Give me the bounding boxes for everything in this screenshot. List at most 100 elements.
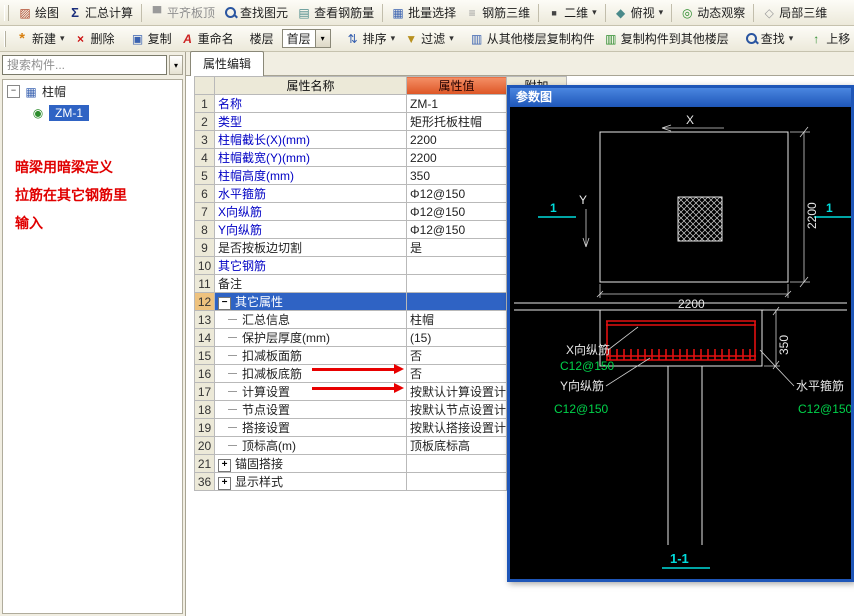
property-value-cell[interactable]: 按默认计算设置计算: [406, 382, 507, 401]
property-value-cell[interactable]: 2200: [406, 130, 507, 149]
summary-calc-button[interactable]: Σ 汇总计算: [64, 2, 137, 23]
axis-x-label: X: [686, 113, 694, 127]
toolbar-grip: [4, 4, 9, 21]
chevron-down-icon: ▾: [788, 33, 794, 43]
property-value-cell[interactable]: 按默认搭接设置计算: [406, 418, 507, 437]
rebar-3d-button[interactable]: ≡ 钢筋三维: [461, 2, 534, 23]
tree-expander-icon[interactable]: −: [7, 85, 20, 98]
view-rebar-quantity-button[interactable]: ▤ 查看钢筋量: [293, 2, 378, 23]
collapse-icon[interactable]: −: [218, 297, 231, 310]
new-button[interactable]: * 新建 ▾: [11, 28, 69, 49]
row-number-cell: 17: [194, 382, 215, 401]
chevron-down-icon: ▾: [320, 34, 325, 43]
floor-select-dropdown-button[interactable]: ▾: [314, 30, 330, 47]
search-input[interactable]: [2, 55, 167, 75]
partial-3d-icon: ◇: [764, 5, 774, 20]
property-name-cell: X向纵筋: [214, 202, 407, 221]
property-name-text: 保护层厚度(mm): [242, 331, 330, 345]
property-value-cell[interactable]: [406, 256, 507, 275]
top-view-button[interactable]: ◆ 俯视 ▾: [610, 2, 668, 23]
row-number-cell: 15: [194, 346, 215, 365]
property-value-cell[interactable]: ZM-1: [406, 94, 507, 113]
row-number-cell: 14: [194, 328, 215, 347]
filter-button[interactable]: ▼ 过滤 ▾: [400, 28, 458, 49]
tree-item-zm1[interactable]: ◉ ZM-1: [27, 102, 182, 123]
stirrup-label: 水平箍筋: [796, 378, 844, 393]
property-value-cell[interactable]: 按默认节点设置计算: [406, 400, 507, 419]
cad-drawing: X Y 1 1 2200 2200 350 X向纵筋 C12@150 Y向纵筋 …: [514, 113, 851, 569]
tree-tick: [228, 426, 237, 428]
x-bars-spec: C12@150: [560, 359, 615, 373]
expand-icon[interactable]: +: [218, 477, 231, 490]
property-value-cell[interactable]: Φ12@150: [406, 202, 507, 221]
magnifier-icon: [224, 6, 237, 19]
row-number-cell: 5: [194, 166, 215, 185]
property-value-cell[interactable]: [406, 454, 507, 473]
button-label: 重命名: [197, 32, 234, 46]
find-element-button[interactable]: 查找图元: [220, 2, 292, 23]
toolbar-separator: [671, 3, 673, 22]
floor-select[interactable]: 首层 ▾: [281, 29, 331, 48]
dialog-title-bar[interactable]: 参数图: [510, 88, 851, 107]
property-value-cell[interactable]: [406, 472, 507, 491]
copy-to-floor-icon: ▥: [605, 31, 617, 46]
chevron-down-icon: ▾: [592, 7, 597, 17]
move-up-button[interactable]: ↑ 上移: [805, 28, 854, 49]
row-number-cell: 16: [194, 364, 215, 383]
view-2d-button[interactable]: ■ 二维 ▾: [543, 2, 601, 23]
property-value-cell[interactable]: Φ12@150: [406, 184, 507, 203]
row-number-cell: 4: [194, 148, 215, 167]
col-header-name[interactable]: 属性名称: [214, 76, 407, 95]
property-value-cell[interactable]: 350: [406, 166, 507, 185]
property-value-cell[interactable]: (15): [406, 328, 507, 347]
leader-line: [607, 326, 639, 351]
toolbar-separator: [382, 3, 384, 22]
property-value-cell[interactable]: [406, 292, 507, 311]
tree-node-column-cap[interactable]: − ▦ 柱帽: [3, 80, 182, 102]
orbit-button[interactable]: ◎ 动态观察: [676, 2, 749, 23]
find-button[interactable]: 查找 ▾: [741, 28, 798, 49]
draw-button[interactable]: ▨ 绘图: [14, 2, 63, 23]
button-label: 二维: [564, 6, 589, 20]
property-value-cell[interactable]: 顶板底标高: [406, 436, 507, 455]
align-top-icon: ▀: [152, 5, 162, 20]
red-annotation-arrow: [312, 364, 404, 374]
property-name-text: 扣减板面筋: [242, 349, 303, 363]
search-options-button[interactable]: ▾: [169, 55, 183, 75]
plan-height-dimension: 2200: [805, 202, 819, 229]
property-value-cell[interactable]: 否: [406, 364, 507, 383]
property-value-cell[interactable]: 否: [406, 346, 507, 365]
rename-button[interactable]: A 重命名: [177, 28, 238, 49]
section-name-label: 1-1: [670, 551, 689, 566]
property-name-text: 搭接设置: [242, 421, 291, 435]
copy-to-floor-button[interactable]: ▥ 复制构件到其他楼层: [600, 28, 733, 49]
partial-3d-button[interactable]: ◇ 局部三维: [758, 2, 831, 23]
row-number-cell: 1: [194, 94, 215, 113]
property-name-cell: 类型: [214, 112, 407, 131]
property-value-cell[interactable]: 柱帽: [406, 310, 507, 329]
parameter-diagram-dialog: 参数图 X Y 1 1 2200 2200 350 X向纵筋 C12@150 Y…: [507, 85, 854, 582]
property-value-cell[interactable]: 矩形托板柱帽: [406, 112, 507, 131]
copy-button[interactable]: ▣ 复制: [127, 28, 176, 49]
property-name-cell: + 锚固搭接: [214, 454, 407, 473]
note-line: 拉筋在其它钢筋里: [15, 187, 127, 203]
expand-icon[interactable]: +: [218, 459, 231, 472]
property-value-cell[interactable]: 2200: [406, 148, 507, 167]
delete-button[interactable]: × 删除: [70, 28, 119, 49]
property-value-cell[interactable]: Φ12@150: [406, 220, 507, 239]
col-header-corner: [194, 76, 215, 95]
property-value-cell[interactable]: 是: [406, 238, 507, 257]
up-arrow-icon: ↑: [813, 31, 820, 46]
row-number-cell: 10: [194, 256, 215, 275]
col-header-value[interactable]: 属性值: [406, 76, 507, 95]
y-bars-spec: C12@150: [554, 402, 609, 416]
button-label: 平齐板顶: [167, 6, 216, 20]
align-slab-top-button[interactable]: ▀ 平齐板顶: [146, 2, 219, 23]
sort-button[interactable]: ⇅ 排序 ▾: [342, 28, 400, 49]
property-name-cell: 备注: [214, 274, 407, 293]
property-value-cell[interactable]: [406, 274, 507, 293]
tab-property-editor[interactable]: 属性编辑: [190, 51, 265, 76]
button-label: 俯视: [630, 6, 655, 20]
copy-from-floor-button[interactable]: ▥ 从其他楼层复制构件: [466, 28, 599, 49]
batch-select-button[interactable]: ▦ 批量选择: [387, 2, 460, 23]
